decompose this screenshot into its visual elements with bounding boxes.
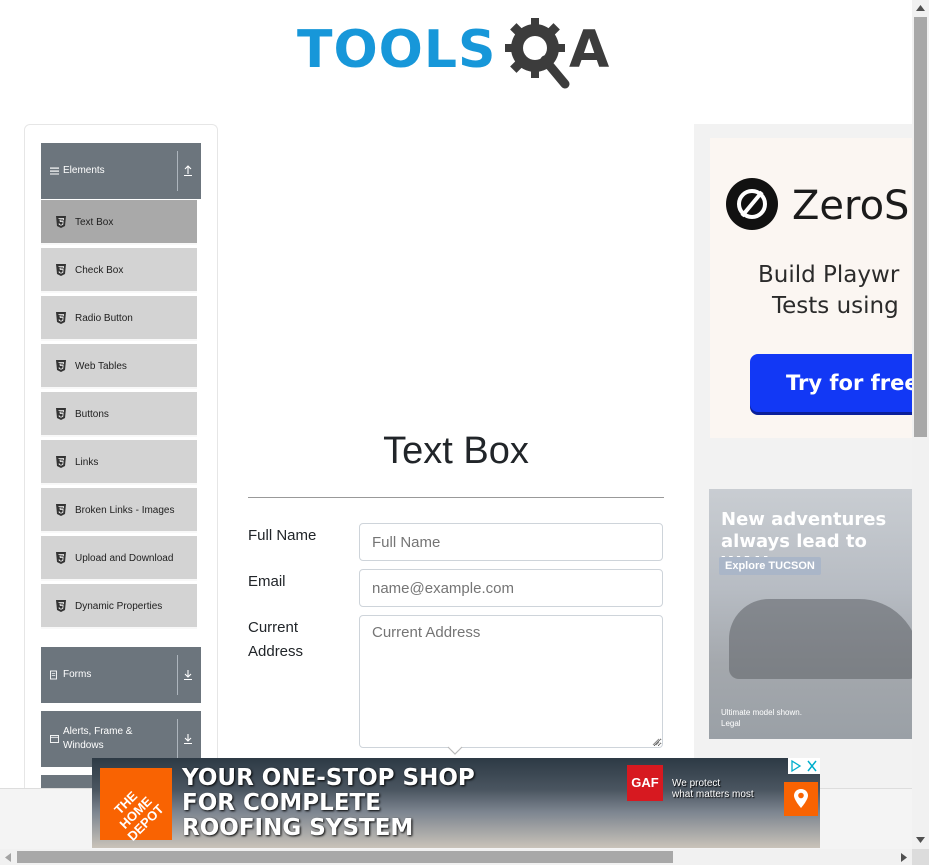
- current-address-textarea[interactable]: [359, 615, 663, 748]
- sidebar-item-text-box[interactable]: Text Box: [41, 200, 197, 245]
- sidebar-item-check-box[interactable]: Check Box: [41, 248, 197, 293]
- try-for-free-button[interactable]: Try for free: [750, 354, 912, 412]
- zerostep-brand: ZeroS: [792, 183, 910, 229]
- hamburger-icon: [50, 167, 59, 175]
- sidebar-item-label: Broken Links - Images: [75, 505, 175, 516]
- html5-icon: [56, 600, 66, 612]
- html5-icon: [56, 408, 66, 420]
- current-address-label-line1: Current: [248, 619, 299, 636]
- scroll-left-icon[interactable]: [5, 853, 11, 862]
- html5-icon: [56, 216, 66, 228]
- html5-icon: [56, 360, 66, 372]
- html5-icon: [56, 552, 66, 564]
- scroll-down-icon[interactable]: [916, 837, 925, 843]
- sidebar-item-label: Radio Button: [75, 313, 133, 324]
- scrollbar-corner: [912, 849, 929, 865]
- full-name-label: Full Name: [248, 527, 317, 544]
- ad-line: Tests using: [772, 293, 899, 319]
- ad-fine-print: Ultimate model shown. Legal: [721, 707, 802, 729]
- horizontal-scrollbar[interactable]: [0, 849, 912, 865]
- location-pin-icon[interactable]: [784, 782, 818, 816]
- html5-icon: [56, 264, 66, 276]
- window-icon: [50, 735, 59, 743]
- home-depot-ad[interactable]: THE HOME DEPOT YOUR ONE-STOP SHOP FOR CO…: [92, 758, 820, 848]
- sidebar-item-radio-button[interactable]: Radio Button: [41, 296, 197, 341]
- right-ad-column: ZeroS Build Playwr Tests using Try for f…: [694, 124, 912, 788]
- html5-icon: [56, 312, 66, 324]
- sidebar-item-label: Upload and Download: [75, 553, 174, 564]
- zerostep-ad[interactable]: ZeroS Build Playwr Tests using Try for f…: [710, 138, 912, 438]
- vertical-scroll-thumb[interactable]: [914, 17, 927, 437]
- ad-headline-line: New adventures: [721, 509, 887, 530]
- tagline-line: what matters most: [672, 789, 754, 800]
- divider: [177, 655, 178, 695]
- vertical-scrollbar[interactable]: [912, 0, 929, 849]
- group-header-elements[interactable]: Elements: [41, 143, 201, 199]
- horizontal-scroll-thumb[interactable]: [17, 851, 673, 863]
- sidebar-item-dynamic-properties[interactable]: Dynamic Properties: [41, 584, 197, 629]
- group-header-forms[interactable]: Forms: [41, 647, 201, 703]
- divider: [177, 719, 178, 759]
- collapse-up-icon[interactable]: [182, 165, 194, 177]
- sidebar-item-links[interactable]: Links: [41, 440, 197, 485]
- full-name-input[interactable]: [359, 523, 663, 561]
- home-depot-logo: THE HOME DEPOT: [100, 768, 172, 844]
- ad-headline: YOUR ONE-STOP SHOP FOR COMPLETE ROOFING …: [182, 766, 475, 841]
- sidebar-item-buttons[interactable]: Buttons: [41, 392, 197, 437]
- sidebar-item-label: Text Box: [75, 217, 114, 228]
- expand-down-icon[interactable]: [182, 669, 194, 681]
- logo-letter: A: [569, 20, 610, 80]
- chevron-down-icon[interactable]: [447, 745, 463, 757]
- fine-line: Legal: [721, 719, 741, 728]
- sidebar-item-broken-links[interactable]: Broken Links - Images: [41, 488, 197, 533]
- expand-down-icon[interactable]: [182, 733, 194, 745]
- left-sidebar: Elements Text Box Check Box Radio Button…: [24, 124, 218, 789]
- group-label: Forms: [63, 669, 92, 680]
- sidebar-item-label: Check Box: [75, 265, 124, 276]
- sidebar-item-web-tables[interactable]: Web Tables: [41, 344, 197, 389]
- ad-choices-icon[interactable]: [788, 758, 820, 774]
- form-icon: [50, 670, 57, 680]
- html5-icon: [56, 504, 66, 516]
- sidebar-item-label: Web Tables: [75, 361, 127, 372]
- car-image: [729, 599, 912, 679]
- toolsqa-logo[interactable]: TOOLS A: [297, 16, 621, 90]
- current-address-label-line2: Address: [248, 643, 304, 660]
- resize-grip-icon[interactable]: [652, 738, 660, 746]
- page-title: Text Box: [383, 430, 529, 472]
- divider: [177, 151, 178, 191]
- email-label: Email: [248, 573, 286, 590]
- home-depot-logo-text: THE HOME DEPOT: [111, 788, 167, 844]
- explore-tucson-button[interactable]: Explore TUCSON: [719, 557, 821, 575]
- email-input[interactable]: [359, 569, 663, 607]
- group-label: Alerts, Frame & Windows: [63, 726, 133, 751]
- sidebar-item-upload-download[interactable]: Upload and Download: [41, 536, 197, 581]
- logo-word: TOOLS: [297, 20, 497, 80]
- gaf-logo: GAF: [627, 765, 663, 801]
- group-label: Elements: [63, 165, 105, 176]
- scroll-right-icon[interactable]: [901, 853, 907, 862]
- sidebar-item-label: Dynamic Properties: [75, 601, 163, 612]
- html5-icon: [56, 456, 66, 468]
- zerostep-logo-icon: [726, 178, 778, 230]
- gear-magnifier-icon: [505, 18, 570, 89]
- ad-line: Build Playwr: [758, 262, 900, 288]
- fine-line: Ultimate model shown.: [721, 708, 802, 717]
- sidebar-item-label: Buttons: [75, 409, 109, 420]
- tagline-line: We protect: [672, 778, 721, 789]
- gaf-tagline: We protect what matters most: [672, 778, 754, 800]
- ad-headline-line: YOUR ONE-STOP SHOP: [182, 765, 475, 791]
- title-divider: [248, 497, 664, 498]
- hyundai-ad[interactable]: New adventures always lead to WAH. Explo…: [709, 489, 912, 739]
- scroll-up-icon[interactable]: [916, 5, 925, 11]
- sidebar-item-label: Links: [75, 457, 99, 468]
- ad-headline-line: FOR COMPLETE: [182, 790, 381, 816]
- ad-headline-line: ROOFING SYSTEM: [182, 815, 414, 841]
